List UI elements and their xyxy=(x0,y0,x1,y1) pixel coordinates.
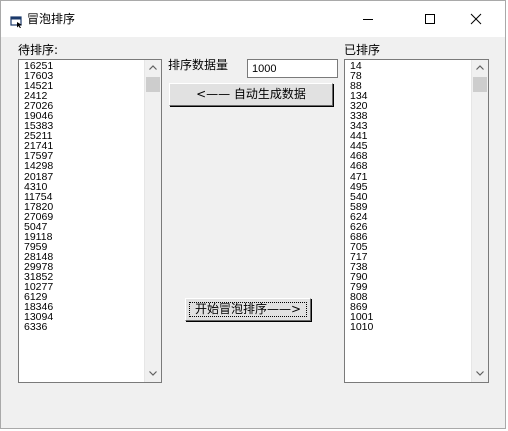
unsorted-scroll-down-button[interactable] xyxy=(145,366,161,382)
sorted-label: 已排序 xyxy=(344,43,381,57)
unsorted-listbox[interactable]: 16251 17603 14521 2412 27026 19046 15383 25211 2… xyxy=(18,59,162,383)
sorted-scroll-down-button[interactable] xyxy=(472,366,488,382)
unsorted-scrollbar[interactable] xyxy=(144,60,161,382)
minimize-button[interactable] xyxy=(345,1,391,37)
window-title: 冒泡排序 xyxy=(27,12,76,26)
title-bar[interactable]: 冒泡排序 xyxy=(1,1,505,37)
sorted-scroll-up-button[interactable] xyxy=(472,60,488,76)
list-item[interactable]: 1010 xyxy=(347,322,471,333)
start-sort-button-label: 开始冒泡排序——> xyxy=(194,302,302,316)
client-area: 待排序: 已排序 排序数据量 <—— 自动生成数据 开始冒泡排序——> 1625… xyxy=(1,37,505,419)
list-item[interactable]: 468 xyxy=(347,161,471,172)
generate-data-button-label: <—— 自动生成数据 xyxy=(196,87,306,101)
count-input[interactable] xyxy=(247,59,338,78)
list-item[interactable]: 14 xyxy=(347,61,471,72)
sorted-listbox[interactable]: 14 78 88 134 320 338 343 441 445 468 468 471 495 540 5… xyxy=(344,59,489,383)
maximize-button[interactable] xyxy=(407,1,453,37)
close-icon xyxy=(470,13,482,25)
count-label: 排序数据量 xyxy=(168,58,229,72)
unsorted-scroll-up-button[interactable] xyxy=(145,60,161,76)
start-sort-button[interactable]: 开始冒泡排序——> xyxy=(185,298,311,321)
app-window-icon xyxy=(10,13,24,29)
chevron-down-icon xyxy=(149,371,157,376)
maximize-icon xyxy=(425,14,435,24)
list-item[interactable]: 14298 xyxy=(21,161,144,172)
sorted-items: 14 78 88 134 320 338 343 441 445 468 468 471 495 540 5… xyxy=(347,61,471,333)
minimize-icon xyxy=(363,19,373,20)
close-button[interactable] xyxy=(453,1,499,37)
unsorted-items: 16251 17603 14521 2412 27026 19046 15383 25211 2… xyxy=(21,61,144,333)
sorted-scrollbar[interactable] xyxy=(471,60,488,382)
list-item[interactable]: 78 xyxy=(347,71,471,82)
chevron-up-icon xyxy=(476,65,484,70)
sorted-scroll-thumb[interactable] xyxy=(473,77,487,92)
unsorted-label: 待排序: xyxy=(18,43,59,57)
list-item[interactable]: 6336 xyxy=(21,322,144,333)
generate-data-button[interactable]: <—— 自动生成数据 xyxy=(169,83,333,106)
unsorted-scroll-thumb[interactable] xyxy=(146,77,160,92)
chevron-down-icon xyxy=(476,371,484,376)
main-window: 冒泡排序 待排序: 已排序 排序数据量 <—— 自动生成数据 开始冒泡排序— xyxy=(0,0,506,429)
chevron-up-icon xyxy=(149,65,157,70)
